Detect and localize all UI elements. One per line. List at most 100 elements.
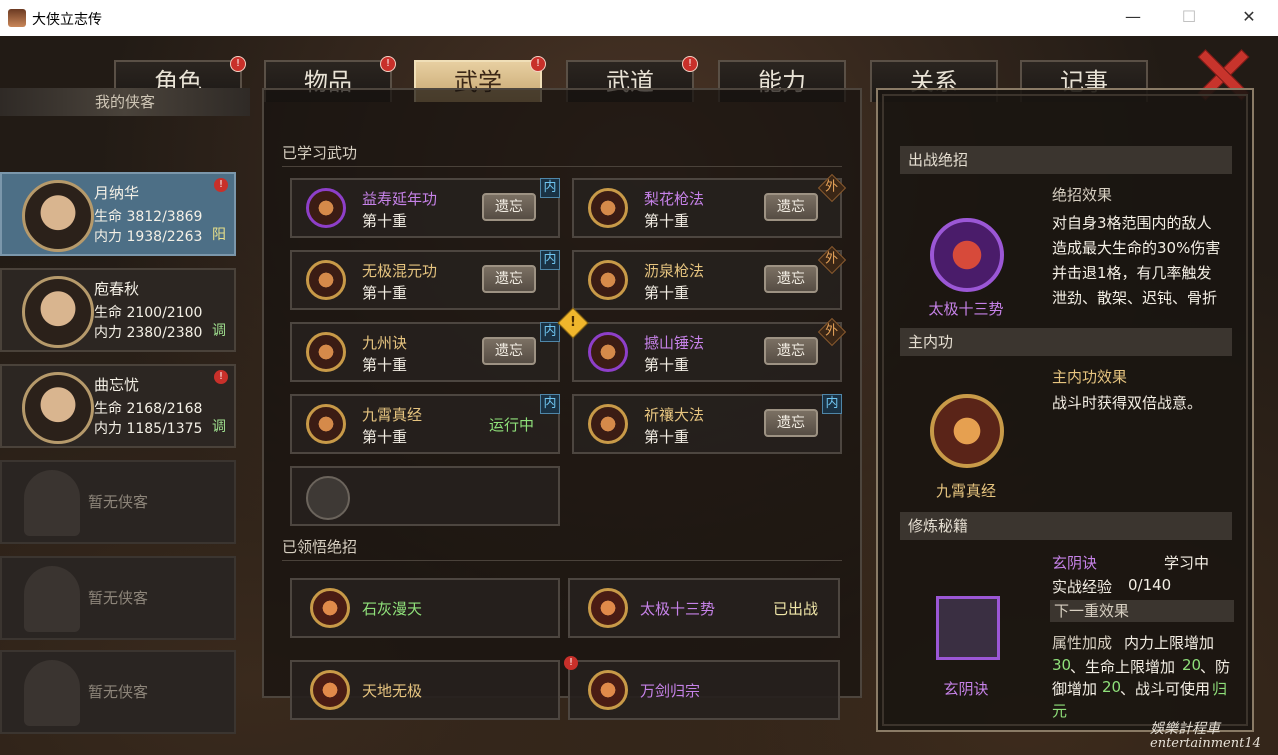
warning-mark: ! <box>570 315 576 330</box>
maximize-button[interactable]: ☐ <box>1174 6 1204 28</box>
skill-level: 第十重 <box>644 428 690 446</box>
hero-mp: 内力 1938/2263 <box>94 229 203 245</box>
hero-tag: 阳 <box>212 227 226 243</box>
book-status: 学习中 <box>1164 554 1210 572</box>
effect-line: 并击退1格，有几率触发 <box>1052 264 1212 282</box>
divider <box>282 166 842 167</box>
hero-hp: 生命 3812/3869 <box>94 209 203 225</box>
skill-icon <box>588 404 628 444</box>
skill-card[interactable]: 祈禳大法 第十重 遗忘内 <box>572 394 842 454</box>
attr-text: 内力上限增加 <box>1124 634 1215 652</box>
tab-alert-badge: ! <box>530 56 546 72</box>
ultimates-section-title: 已领悟绝招 <box>282 538 358 556</box>
ultimate-card[interactable]: 天地无极 <box>290 660 560 720</box>
hero-name: 月纳华 <box>94 184 140 202</box>
skill-level: 第十重 <box>644 356 690 374</box>
skill-type-badge: 内 <box>822 394 842 414</box>
skill-type-label: 内 <box>543 396 557 411</box>
attr-value: 归 <box>1212 680 1228 698</box>
skill-card[interactable]: 撼山锤法 第十重 遗忘外! <box>557 307 847 382</box>
skill-card[interactable]: 九霄真经 第十重 运行中内 <box>290 394 560 454</box>
skill-level: 第十重 <box>644 212 690 230</box>
forget-button[interactable]: 遗忘 <box>764 193 818 221</box>
ultimate-card[interactable]: 太极十三势 已出战 <box>568 578 840 638</box>
forget-button[interactable]: 遗忘 <box>482 265 536 293</box>
book-label: 玄阴诀 <box>943 680 989 698</box>
forget-button[interactable]: 遗忘 <box>764 265 818 293</box>
empty-label: 暂无侠客 <box>87 683 148 701</box>
skill-icon <box>588 332 628 372</box>
silhouette-icon <box>24 566 80 632</box>
minimize-button[interactable]: — <box>1118 6 1148 28</box>
skill-name: 沥泉枪法 <box>644 262 705 280</box>
skill-type-label: 内 <box>825 396 839 411</box>
silhouette-icon <box>24 660 80 726</box>
hero-mp: 内力 1185/1375 <box>94 421 203 437</box>
watermark-subtext: entertainment14 <box>1150 736 1261 751</box>
hero-card[interactable]: 月纳华 生命 3812/3869 内力 1938/2263 阳 ! <box>0 172 236 256</box>
skill-name: 九霄真经 <box>362 406 423 424</box>
effect-line: 对自身3格范围内的敌人 <box>1052 214 1212 232</box>
forget-button[interactable]: 遗忘 <box>764 409 818 437</box>
skill-card[interactable]: 无极混元功 第十重 遗忘内 <box>290 250 560 310</box>
attr-label: 属性加成 <box>1052 634 1113 652</box>
taiji-medal-icon <box>930 218 1004 292</box>
skill-type-badge: 内 <box>540 250 560 270</box>
exp-value: 0/140 <box>1128 576 1172 594</box>
divider <box>282 560 842 561</box>
forget-button[interactable]: 遗忘 <box>482 193 536 221</box>
close-window-button[interactable]: ✕ <box>1234 6 1264 28</box>
skill-card[interactable]: 九州诀 第十重 遗忘内 <box>290 322 560 382</box>
skill-icon <box>306 332 346 372</box>
skill-card[interactable]: 益寿延年功 第十重 遗忘内 <box>290 178 560 238</box>
skill-type-label: 内 <box>543 324 557 339</box>
skill-type-badge: 内 <box>540 178 560 198</box>
ultimate-icon <box>310 670 350 710</box>
skill-type-badge: 内 <box>540 394 560 414</box>
ultimate-card[interactable]: 万剑归宗! <box>564 656 840 720</box>
skill-level: 第十重 <box>362 356 408 374</box>
ultimate-name: 天地无极 <box>362 682 423 700</box>
empty-hero-slot: 暂无侠客 <box>0 556 236 640</box>
ultimate-name: 太极十三势 <box>640 600 716 618</box>
skill-type-label: 外 <box>825 323 839 339</box>
skill-icon <box>588 260 628 300</box>
skill-type-badge: 外 <box>817 317 847 347</box>
attr-value: 元 <box>1052 702 1068 720</box>
forget-button[interactable]: 遗忘 <box>482 337 536 365</box>
hero-card[interactable]: 庖春秋 生命 2100/2100 内力 2380/2380 调 <box>0 268 236 352</box>
skill-name: 梨花枪法 <box>644 190 705 208</box>
hero-card[interactable]: 曲忘忧 生命 2168/2168 内力 1185/1375 调 ! <box>0 364 236 448</box>
ultimate-name: 石灰漫天 <box>362 600 423 618</box>
jiuxiao-medal-icon <box>930 394 1004 468</box>
ultimate-card[interactable]: 石灰漫天 <box>290 578 560 638</box>
avatar <box>22 372 94 444</box>
skill-icon <box>306 404 346 444</box>
skill-card[interactable]: 梨花枪法第十重 遗忘外 <box>572 173 847 238</box>
ultimate-icon <box>588 588 628 628</box>
skill-type-badge: 外 <box>817 173 847 203</box>
battle-skill-name: 太极十三势 <box>928 300 1004 318</box>
ultimate-name: 万剑归宗 <box>640 682 701 700</box>
empty-label: 暂无侠客 <box>87 493 148 511</box>
watermark-text: 娛樂計程車 <box>1150 721 1220 737</box>
attr-text: 、防 <box>1200 658 1231 676</box>
forget-button[interactable]: 遗忘 <box>764 337 818 365</box>
attr-text: 御增加 <box>1052 680 1098 698</box>
skill-card[interactable]: 沥泉枪法 第十重 遗忘外 <box>572 245 847 310</box>
tab-alert-badge: ! <box>380 56 396 72</box>
empty-skill-slot[interactable] <box>290 466 560 526</box>
attr-value: 20 <box>1182 656 1202 674</box>
hero-hp: 生命 2100/2100 <box>94 305 203 321</box>
ultimate-icon <box>310 588 350 628</box>
skill-icon <box>306 188 346 228</box>
skill-level: 第十重 <box>362 428 408 446</box>
effect-line: 泄劲、散架、迟钝、骨折 <box>1052 289 1218 307</box>
window-title: 大侠立志传 <box>32 12 102 28</box>
hero-mp: 内力 2380/2380 <box>94 325 203 341</box>
window-titlebar: 大侠立志传 — ☐ ✕ <box>0 0 1278 36</box>
training-book-header: 修炼秘籍 <box>900 512 1232 540</box>
attr-value: 20 <box>1102 678 1122 696</box>
main-effect-title: 主内功效果 <box>1052 368 1128 386</box>
empty-hero-slot: 暂无侠客 <box>0 460 236 544</box>
